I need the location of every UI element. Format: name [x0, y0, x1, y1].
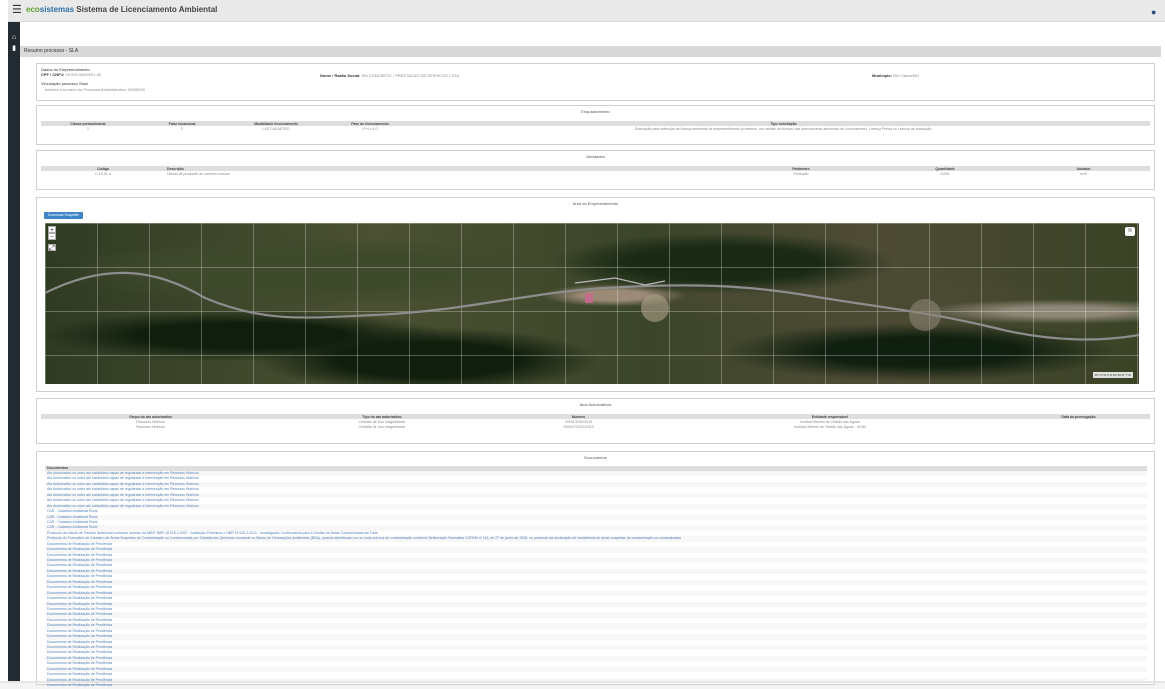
table-row: 2 0 LAS CADASTRO LP+LI+LO Solicitação pa… [41, 126, 1150, 131]
zoom-in-button[interactable]: + [48, 226, 56, 234]
left-edge [0, 0, 8, 683]
acts-table: Grupo do ato autorizativo Tipo do ato au… [41, 414, 1150, 429]
main-content: Resumo processo - SLA Dados do Empreendi… [20, 22, 1165, 687]
act-cell: Certidão de Uso Insignificante [358, 424, 406, 429]
fullscreen-button[interactable]: ⤢ [48, 244, 56, 252]
download-shapefile-button[interactable]: Download Shapefile [44, 212, 83, 219]
side-rail [8, 22, 20, 683]
zoom-out-button[interactable]: − [48, 233, 56, 241]
framing-title: Enquadramento [581, 109, 610, 114]
document-link[interactable]: Documentos de Realização de Pendência [45, 683, 1147, 688]
enterprise-card: Dados do Empreendimento CPF / CNPJ: 00.0… [36, 63, 1155, 101]
act-cell: Instituto Mineiro de Gestão das Águas - … [794, 424, 866, 429]
process-header: Resumo processo - SLA [20, 46, 1161, 57]
area-card: Área do Empreendimento Download Shapefil… [36, 197, 1155, 392]
municipio-field: Município: Rio Casca/MG [872, 73, 919, 78]
top-bar: ☰ ecosistemas Sistema de Licenciamento A… [8, 0, 1165, 22]
user-icon[interactable]: ● [1151, 8, 1159, 17]
brand-eco: eco [26, 5, 40, 14]
hamburger-icon[interactable]: ☰ [12, 5, 22, 16]
cpf-field: CPF / CNPJ: 00.000.000/0001-00 [41, 72, 101, 77]
act-cell: - [1077, 424, 1080, 429]
layers-icon[interactable]: ≋ [1125, 227, 1135, 236]
activity-cell: Usinas de produção de concreto comum [167, 171, 230, 176]
cpf-value: 00.000.000/0001-00 [65, 72, 102, 77]
table-row: C-10-01-4 Usinas de produção de concreto… [41, 171, 1150, 176]
activities-title: Atividades [586, 154, 605, 159]
activities-card: Atividades Código Descrição Parâmetro Qu… [36, 150, 1155, 190]
act-cell: Recursos Hídricos [136, 424, 165, 429]
documents-card: Documentos Documentos Ato Autorizativo o… [36, 451, 1155, 687]
name-label: Nome / Razão Social: [320, 73, 361, 78]
municipio-label: Município: [872, 73, 892, 78]
table-row: Recursos Hídricos Certidão de Uso Insign… [41, 424, 1150, 429]
cpf-label: CPF / CNPJ: [41, 72, 65, 77]
framing-table: Classe predominante Fator locacional Mod… [41, 121, 1150, 131]
vinculacao-label: Vinculação processo Siam [41, 81, 89, 86]
acts-title: Atos Autorizativos [579, 402, 612, 407]
documents-table: Documentos Ato Autorizativo ou outro ato… [45, 466, 1147, 689]
activity-cell: 6,000 [940, 171, 950, 176]
framing-cell: 0 [181, 126, 183, 131]
act-cell: 00000/7/2020/2019 [563, 424, 594, 429]
vinculacao-value: Informe o número do Processo Administrat… [45, 87, 145, 92]
map-road [45, 271, 1139, 341]
area-title: Área do Empreendimento [572, 201, 619, 206]
map-coordinates: 20°17'31.5"S 42°30'47.7"W [1092, 372, 1133, 378]
framing-card: Enquadramento Classe predominante Fator … [36, 105, 1155, 145]
framing-cell: LP+LI+LO [362, 126, 378, 131]
documents-list: Ato Autorizativo ou outro ato subsidiári… [45, 471, 1147, 689]
municipio-value: Rio Casca/MG [893, 73, 920, 78]
brand-sistemas: sistemas [39, 5, 75, 14]
activity-cell: m³/h [1080, 171, 1087, 176]
app-brand[interactable]: ecosistemas Sistema de Licenciamento Amb… [26, 5, 217, 17]
activities-table: Código Descrição Parâmetro Quantidade Un… [41, 166, 1150, 176]
framing-cell: LAS CADASTRO [262, 126, 290, 131]
framing-cell: 2 [87, 126, 89, 131]
acts-card: Atos Autorizativos Grupo do ato autoriza… [36, 398, 1155, 444]
satellite-map[interactable]: + − ⤢ ≋ 20°17'31.5"S 42°30'47.7"W [45, 223, 1139, 384]
name-field: Nome / Razão Social: SM CONCRETO - PREST… [320, 73, 459, 78]
name-value: SM CONCRETO - PRESTACAO DE SERVICOS LTDA [361, 73, 459, 78]
documents-title: Documentos [584, 455, 607, 460]
home-icon[interactable]: ⌂ [10, 34, 18, 42]
framing-cell: Solicitação para obtenção de licença amb… [634, 126, 933, 131]
app-title: Sistema de Licenciamento Ambiental [76, 5, 218, 14]
activity-cell: C-10-01-4 [95, 171, 111, 176]
activity-cell: Produção [793, 171, 809, 176]
folder-icon[interactable]: ▮ [10, 45, 18, 53]
